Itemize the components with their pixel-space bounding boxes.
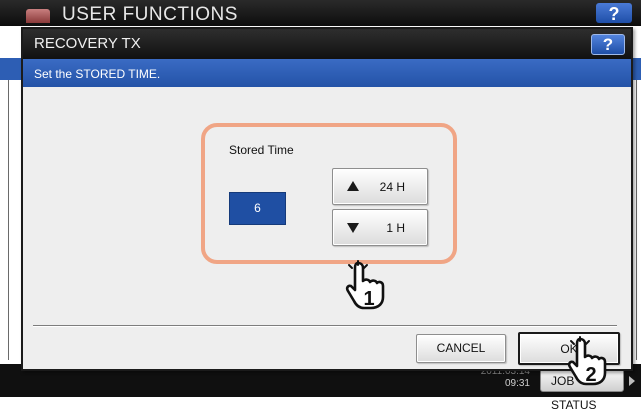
dialog-message-bar: Set the STORED TIME. bbox=[23, 59, 631, 87]
triangle-up-icon bbox=[347, 181, 359, 191]
app-frame-right bbox=[636, 80, 637, 360]
decrease-1h-button[interactable]: 1 H bbox=[332, 209, 428, 246]
decrease-1h-label: 1 H bbox=[386, 221, 405, 235]
help-button[interactable]: ? bbox=[591, 34, 625, 55]
app-header: USER FUNCTIONS ? bbox=[0, 0, 641, 26]
pointing-hand-icon: 2 bbox=[567, 336, 607, 386]
increase-24h-label: 24 H bbox=[379, 180, 405, 194]
clock-time: 09:31 bbox=[504, 378, 530, 389]
app-frame-left bbox=[8, 80, 9, 360]
increase-24h-button[interactable]: 24 H bbox=[332, 168, 428, 205]
app-title: USER FUNCTIONS bbox=[62, 4, 238, 25]
dialog-titlebar: RECOVERY TX ? bbox=[23, 29, 631, 59]
dialog-title: RECOVERY TX bbox=[34, 35, 141, 52]
app-help-button[interactable]: ? bbox=[596, 3, 632, 24]
triangle-down-icon bbox=[347, 223, 359, 233]
stored-time-label: Stored Time bbox=[229, 143, 294, 157]
callout-2-number: 2 bbox=[585, 364, 596, 386]
recovery-tx-dialog: RECOVERY TX ? Set the STORED TIME. Store… bbox=[21, 27, 633, 371]
pointing-hand-icon: 1 bbox=[345, 260, 385, 310]
callout-1-number: 1 bbox=[363, 288, 374, 310]
stored-time-value[interactable]: 6 bbox=[229, 192, 286, 225]
divider bbox=[33, 325, 617, 326]
arrow-right-icon bbox=[629, 376, 635, 386]
cancel-button[interactable]: CANCEL bbox=[416, 334, 506, 363]
printer-logo-icon bbox=[26, 9, 50, 23]
dialog-message: Set the STORED TIME. bbox=[34, 67, 161, 81]
dialog-body: Stored Time 6 24 H 1 H CANCEL OK bbox=[23, 87, 631, 369]
